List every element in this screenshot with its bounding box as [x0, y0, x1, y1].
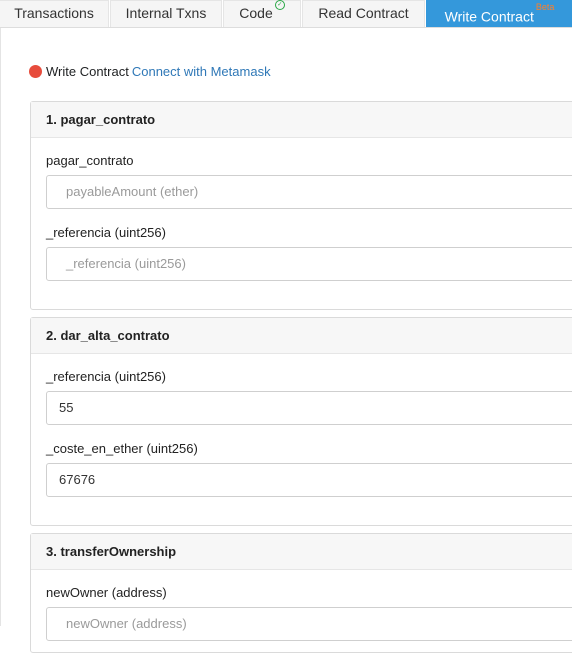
- function-title[interactable]: 1. pagar_contrato: [31, 102, 572, 138]
- tab-label: Read Contract: [318, 5, 409, 21]
- connect-metamask-link[interactable]: Connect with Metamask: [132, 64, 271, 79]
- function-title[interactable]: 3. transferOwnership: [31, 534, 572, 570]
- disconnected-dot-icon: [29, 65, 42, 78]
- tab-write-contract[interactable]: Write ContractBeta: [426, 0, 572, 27]
- referencia-input[interactable]: 55: [46, 391, 572, 425]
- field-label: _referencia (uint256): [46, 369, 166, 384]
- function-card-pagar-contrato: 1. pagar_contrato pagar_contrato payable…: [30, 101, 572, 310]
- tab-bar: Transactions Internal Txns Code ✓ Read Co…: [0, 0, 572, 28]
- tab-label: Transactions: [14, 5, 94, 21]
- status-text: Write Contract: [46, 64, 129, 79]
- referencia-input[interactable]: _referencia (uint256): [46, 247, 572, 281]
- tab-label: Code: [239, 5, 273, 21]
- tab-label: Write Contract: [444, 8, 534, 25]
- verified-check-icon: ✓: [274, 0, 285, 11]
- connection-status: Write Contract Connect with Metamask: [29, 64, 271, 80]
- tab-internal-txns[interactable]: Internal Txns: [110, 0, 222, 27]
- field-label: _referencia (uint256): [46, 225, 166, 240]
- function-card-transfer-ownership: 3. transferOwnership newOwner (address) …: [30, 533, 572, 653]
- beta-badge: Beta: [535, 2, 555, 12]
- payable-amount-input[interactable]: payableAmount (ether): [46, 175, 572, 209]
- function-title[interactable]: 2. dar_alta_contrato: [31, 318, 572, 354]
- tab-label: Internal Txns: [125, 5, 207, 21]
- field-label: _coste_en_ether (uint256): [46, 441, 198, 456]
- field-label: pagar_contrato: [46, 153, 134, 168]
- field-label: newOwner (address): [46, 585, 167, 600]
- coste-en-ether-input[interactable]: 67676: [46, 463, 572, 497]
- tab-transactions[interactable]: Transactions: [0, 0, 109, 27]
- tab-code[interactable]: Code ✓: [223, 0, 301, 27]
- tab-read-contract[interactable]: Read Contract: [302, 0, 425, 27]
- function-card-dar-alta-contrato: 2. dar_alta_contrato _referencia (uint25…: [30, 317, 572, 526]
- new-owner-input[interactable]: newOwner (address): [46, 607, 572, 641]
